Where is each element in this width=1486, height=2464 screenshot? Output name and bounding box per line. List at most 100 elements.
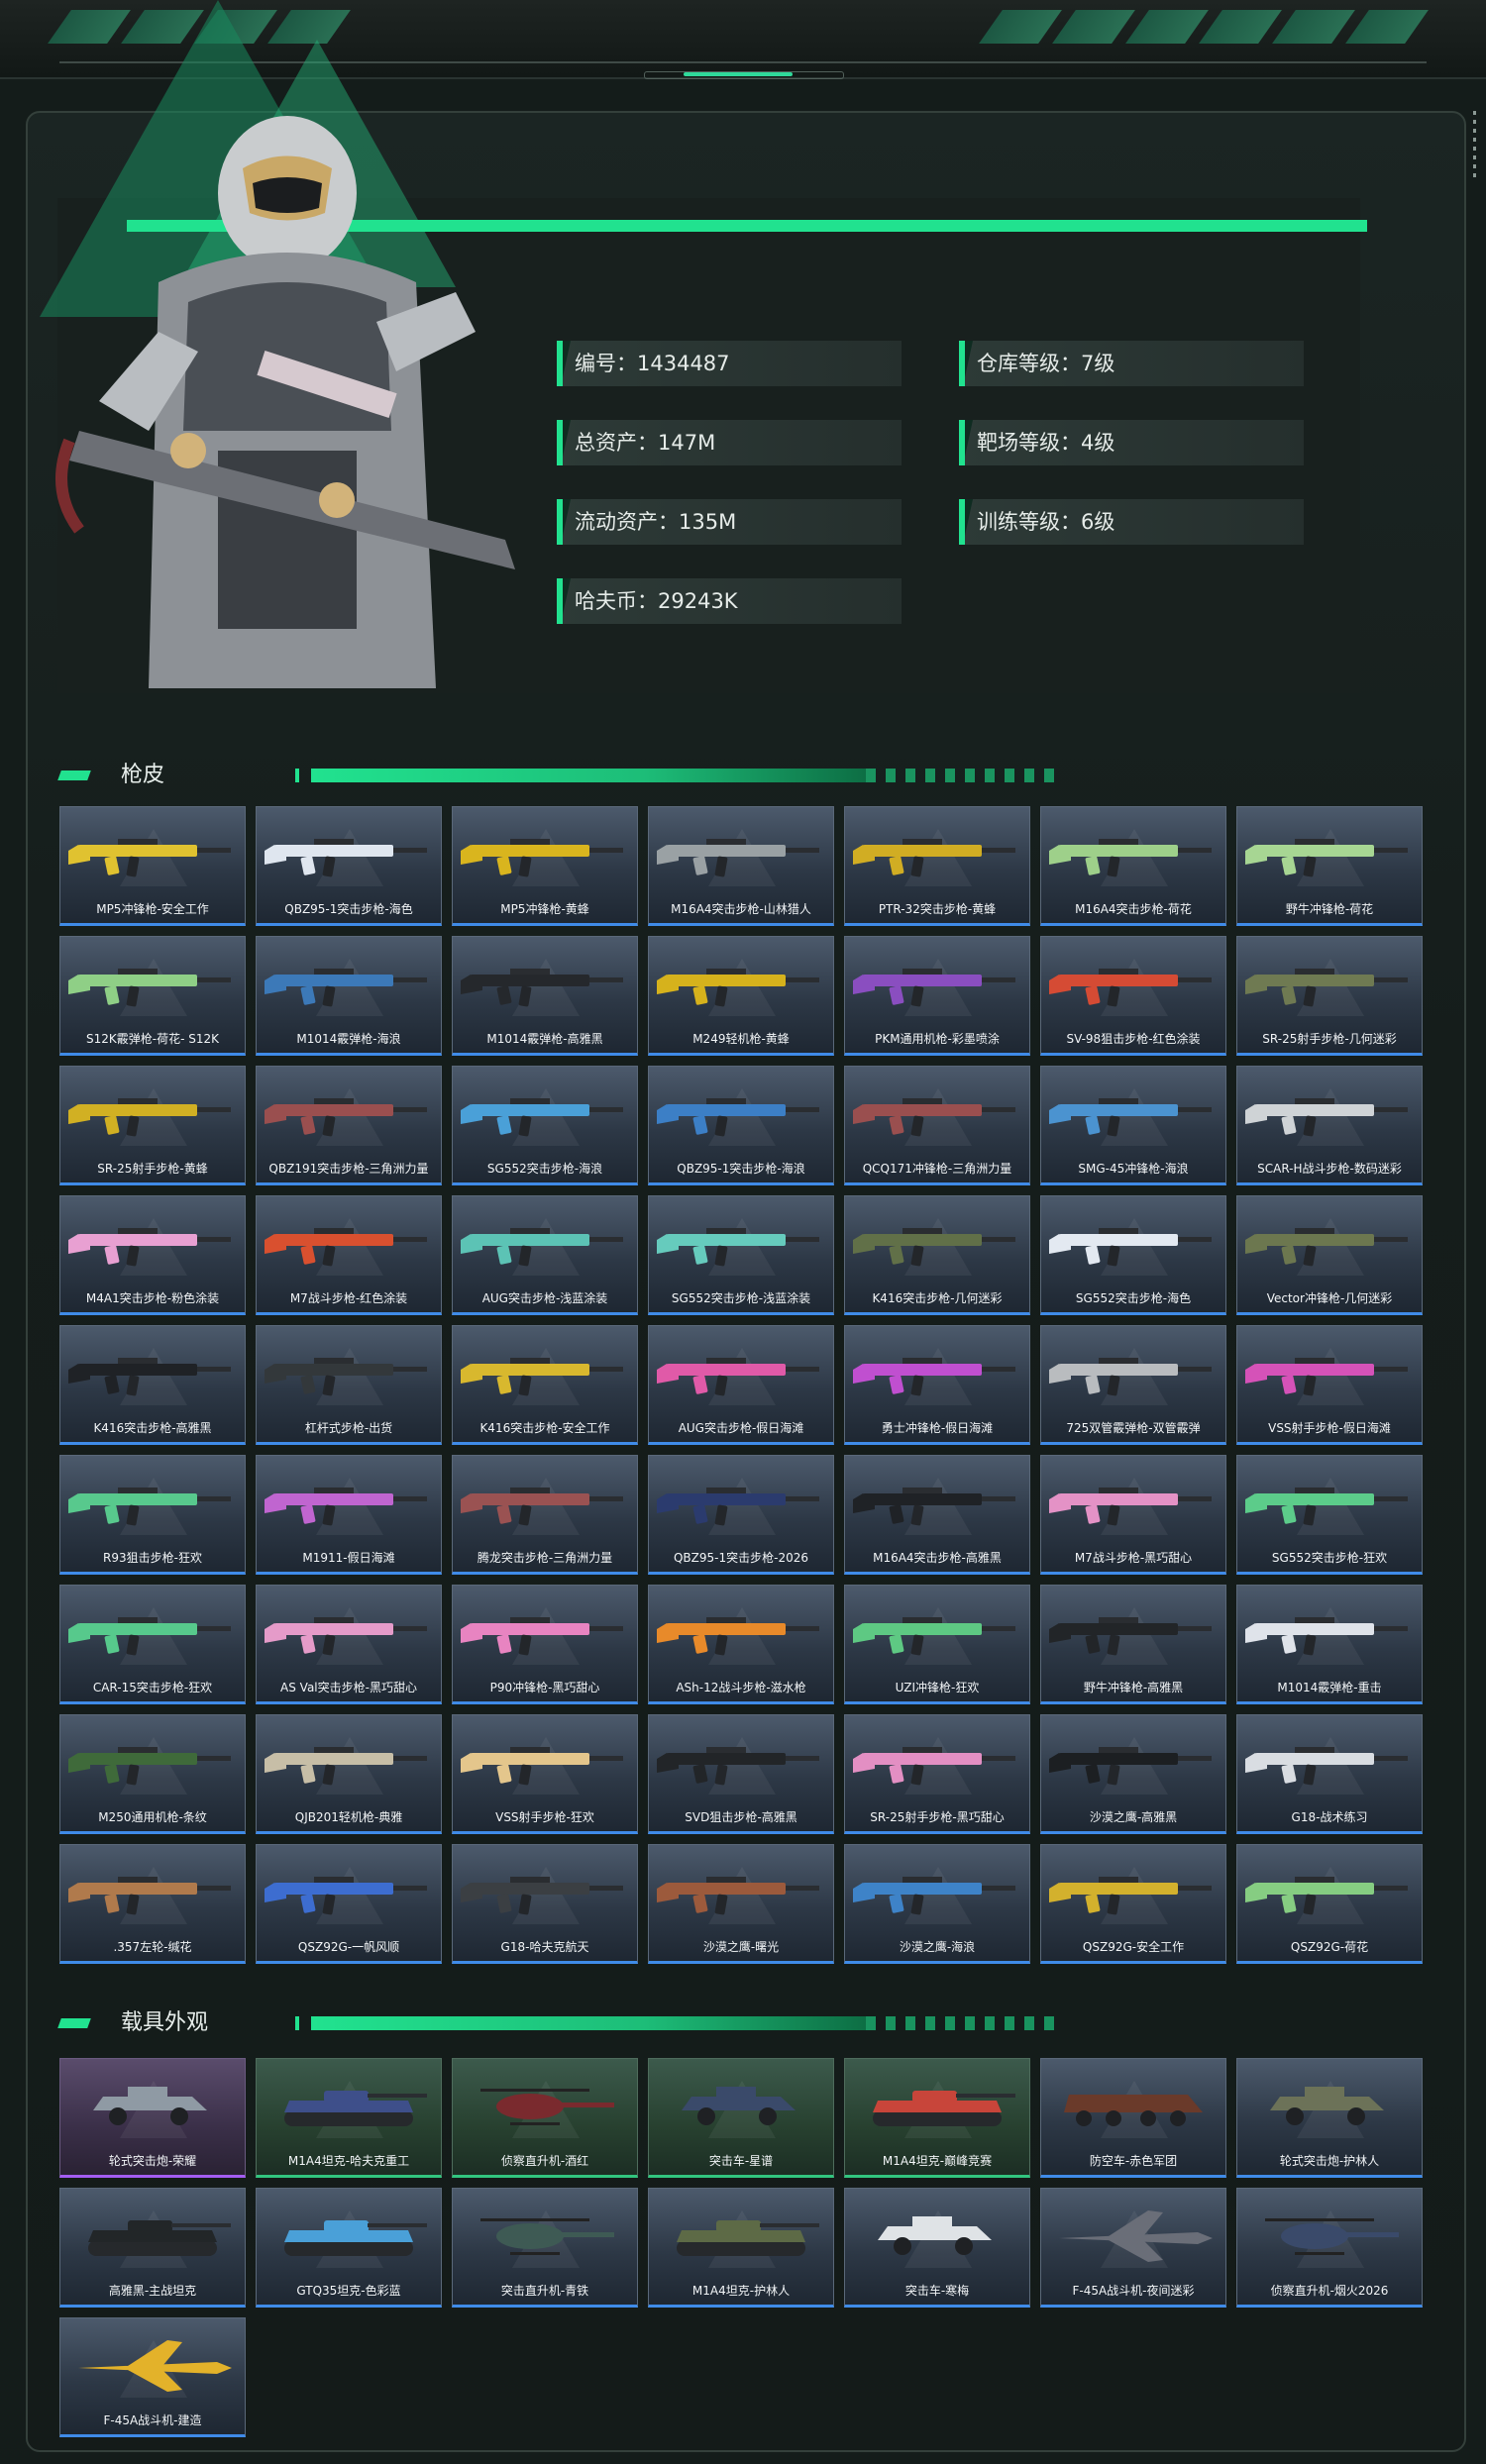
vehicle-card[interactable]: 防空车-赤色军团: [1040, 2058, 1226, 2178]
skin-card[interactable]: K416突击步枪-安全工作: [452, 1325, 638, 1445]
skin-card[interactable]: MP5冲锋枪-安全工作: [59, 806, 246, 926]
skin-card[interactable]: PKM通用机枪-彩墨喷涂: [844, 936, 1030, 1056]
skin-card[interactable]: M1911-假日海滩: [256, 1455, 442, 1575]
weapon-icon: [853, 1877, 1015, 1915]
skin-card[interactable]: AS Val突击步枪-黑巧甜心: [256, 1585, 442, 1704]
skin-name: QBZ95-1突击步枪-2026: [673, 1551, 808, 1565]
vehicle-card[interactable]: 突击车-寒梅: [844, 2188, 1030, 2308]
skin-card[interactable]: R93狙击步枪-狂欢: [59, 1455, 246, 1575]
skin-card[interactable]: 沙漠之鹰-高雅黑: [1040, 1714, 1226, 1834]
skin-card[interactable]: 野牛冲锋枪-高雅黑: [1040, 1585, 1226, 1704]
skin-card[interactable]: 勇士冲锋枪-假日海滩: [844, 1325, 1030, 1445]
skin-card[interactable]: SG552突击步枪-海色: [1040, 1195, 1226, 1315]
section-pip-small: [295, 2016, 299, 2030]
skin-card[interactable]: M249轻机枪-黄蜂: [648, 936, 834, 1056]
skin-card[interactable]: QBZ191突击步枪-三角洲力量: [256, 1066, 442, 1185]
vehicle-card[interactable]: M1A4坦克-巅峰竞赛: [844, 2058, 1030, 2178]
skin-card[interactable]: VSS射手步枪-假日海滩: [1236, 1325, 1423, 1445]
vehicle-card[interactable]: 侦察直升机-烟火2026: [1236, 2188, 1423, 2308]
skin-card[interactable]: AUG突击步枪-浅蓝涂装: [452, 1195, 638, 1315]
skin-name: MP5冲锋枪-安全工作: [96, 902, 209, 916]
skin-card[interactable]: SV-98狙击步枪-红色涂装: [1040, 936, 1226, 1056]
weapon-icon: [68, 1358, 231, 1396]
skin-card[interactable]: QBZ95-1突击步枪-2026: [648, 1455, 834, 1575]
skin-card[interactable]: G18-战术练习: [1236, 1714, 1423, 1834]
skin-card[interactable]: QBZ95-1突击步枪-海浪: [648, 1066, 834, 1185]
skin-card[interactable]: M16A4突击步枪-高雅黑: [844, 1455, 1030, 1575]
skin-card[interactable]: SG552突击步枪-海浪: [452, 1066, 638, 1185]
skin-card[interactable]: 野牛冲锋枪-荷花: [1236, 806, 1423, 926]
skin-name: AUG突击步枪-假日海滩: [678, 1421, 804, 1435]
skin-card[interactable]: K416突击步枪-高雅黑: [59, 1325, 246, 1445]
weapon-icon: [853, 969, 1015, 1007]
section-checker: [866, 2016, 1064, 2030]
skin-card[interactable]: QSZ92G-荷花: [1236, 1844, 1423, 1964]
skin-card[interactable]: P90冲锋枪-黑巧甜心: [452, 1585, 638, 1704]
skin-card[interactable]: VSS射手步枪-狂欢: [452, 1714, 638, 1834]
vehicle-card[interactable]: F-45A战斗机-建造: [59, 2317, 246, 2437]
skin-card[interactable]: 腾龙突击步枪-三角洲力量: [452, 1455, 638, 1575]
skin-card[interactable]: SG552突击步枪-狂欢: [1236, 1455, 1423, 1575]
skin-name: QJB201轻机枪-典雅: [294, 1810, 403, 1824]
skin-card[interactable]: M7战斗步枪-红色涂装: [256, 1195, 442, 1315]
skin-card[interactable]: SR-25射手步枪-几何迷彩: [1236, 936, 1423, 1056]
skin-card[interactable]: M1014霰弹枪-重击: [1236, 1585, 1423, 1704]
skin-card[interactable]: Vector冲锋枪-几何迷彩: [1236, 1195, 1423, 1315]
skin-name: SR-25射手步枪-黄蜂: [97, 1162, 208, 1176]
skin-card[interactable]: AUG突击步枪-假日海滩: [648, 1325, 834, 1445]
skin-card[interactable]: M250通用机枪-条纹: [59, 1714, 246, 1834]
scrollbar[interactable]: [1473, 111, 1476, 180]
skin-card[interactable]: SG552突击步枪-浅蓝涂装: [648, 1195, 834, 1315]
skin-card[interactable]: QCQ171冲锋枪-三角洲力量: [844, 1066, 1030, 1185]
weapon-icon: [265, 1747, 427, 1786]
skin-card[interactable]: QJB201轻机枪-典雅: [256, 1714, 442, 1834]
skin-card[interactable]: PTR-32突击步枪-黄蜂: [844, 806, 1030, 926]
skin-card[interactable]: M1014霰弹枪-高雅黑: [452, 936, 638, 1056]
skin-card[interactable]: ASh-12战斗步枪-滋水枪: [648, 1585, 834, 1704]
skin-card[interactable]: M4A1突击步枪-粉色涂装: [59, 1195, 246, 1315]
vehicle-icon: [480, 2218, 614, 2255]
skin-card[interactable]: SVD狙击步枪-高雅黑: [648, 1714, 834, 1834]
weapon-icon: [461, 1098, 623, 1137]
skin-card[interactable]: 沙漠之鹰-海浪: [844, 1844, 1030, 1964]
skin-card[interactable]: G18-哈夫克航天: [452, 1844, 638, 1964]
vehicle-name: M1A4坦克-巅峰竞赛: [882, 2154, 993, 2168]
skin-card[interactable]: QSZ92G-安全工作: [1040, 1844, 1226, 1964]
vehicle-card[interactable]: M1A4坦克-哈夫克重工: [256, 2058, 442, 2178]
vehicle-card[interactable]: 突击车-星谱: [648, 2058, 834, 2178]
skin-card[interactable]: 沙漠之鹰-曙光: [648, 1844, 834, 1964]
skin-card[interactable]: MP5冲锋枪-黄蜂: [452, 806, 638, 926]
weapon-icon: [461, 1358, 623, 1396]
skin-card[interactable]: S12K霰弹枪-荷花- S12K: [59, 936, 246, 1056]
skin-name: SR-25射手步枪-黑巧甜心: [870, 1810, 1005, 1824]
vehicle-card[interactable]: 侦察直升机-酒红: [452, 2058, 638, 2178]
skin-card[interactable]: CAR-15突击步枪-狂欢: [59, 1585, 246, 1704]
skin-name: QBZ191突击步枪-三角洲力量: [268, 1162, 429, 1176]
skin-name: SCAR-H战斗步枪-数码迷彩: [1257, 1162, 1402, 1176]
vehicle-card[interactable]: 高雅黑-主战坦克: [59, 2188, 246, 2308]
vehicle-name: 突击直升机-青铁: [500, 2284, 589, 2298]
vehicle-card[interactable]: 轮式突击炮-荣耀: [59, 2058, 246, 2178]
skin-name: G18-战术练习: [1291, 1810, 1368, 1824]
skin-card[interactable]: M16A4突击步枪-荷花: [1040, 806, 1226, 926]
skin-card[interactable]: SR-25射手步枪-黄蜂: [59, 1066, 246, 1185]
vehicle-card[interactable]: F-45A战斗机-夜间迷彩: [1040, 2188, 1226, 2308]
vehicle-card[interactable]: 突击直升机-青铁: [452, 2188, 638, 2308]
skin-card[interactable]: QSZ92G-一帆风顺: [256, 1844, 442, 1964]
skin-card[interactable]: SR-25射手步枪-黑巧甜心: [844, 1714, 1030, 1834]
vehicle-card[interactable]: 轮式突击炮-护林人: [1236, 2058, 1423, 2178]
skin-card[interactable]: SMG-45冲锋枪-海浪: [1040, 1066, 1226, 1185]
skin-card[interactable]: K416突击步枪-几何迷彩: [844, 1195, 1030, 1315]
vehicle-card[interactable]: GTQ35坦克-色彩蓝: [256, 2188, 442, 2308]
skin-card[interactable]: UZI冲锋枪-狂欢: [844, 1585, 1030, 1704]
skin-card[interactable]: .357左轮-缄花: [59, 1844, 246, 1964]
skin-card[interactable]: 杠杆式步枪-出货: [256, 1325, 442, 1445]
skin-card[interactable]: M7战斗步枪-黑巧甜心: [1040, 1455, 1226, 1575]
skin-card[interactable]: M16A4突击步枪-山林猎人: [648, 806, 834, 926]
skin-card[interactable]: 725双管霰弹枪-双管霰弹: [1040, 1325, 1226, 1445]
skin-card[interactable]: M1014霰弹枪-海浪: [256, 936, 442, 1056]
vehicle-card[interactable]: M1A4坦克-护林人: [648, 2188, 834, 2308]
skin-card[interactable]: SCAR-H战斗步枪-数码迷彩: [1236, 1066, 1423, 1185]
skin-name: M4A1突击步枪-粉色涂装: [85, 1291, 220, 1305]
skin-card[interactable]: QBZ95-1突击步枪-海色: [256, 806, 442, 926]
